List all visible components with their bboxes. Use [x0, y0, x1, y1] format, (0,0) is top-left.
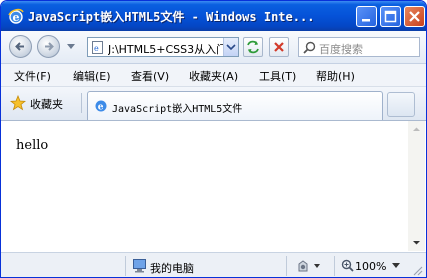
menu-bar: 文件(F) 编辑(E) 查看(V) 收藏夹(A) 工具(T) 帮助(H) — [1, 64, 426, 87]
status-bar: 我的电脑 100% — [1, 252, 426, 277]
menu-tools[interactable]: 工具(T) — [259, 68, 296, 84]
address-bar[interactable]: e J:\HTML5+CSS3从入门 — [87, 37, 239, 57]
close-icon — [409, 11, 420, 22]
computer-icon — [133, 259, 146, 273]
menu-favorites[interactable]: 收藏夹(A) — [189, 68, 238, 84]
refresh-button[interactable] — [243, 37, 263, 57]
back-button[interactable] — [9, 35, 32, 58]
history-dropdown-icon[interactable] — [67, 44, 75, 50]
page-icon: e — [95, 100, 107, 113]
svg-text:e: e — [13, 11, 20, 24]
tab-title: JavaScript嵌入HTML5文件 — [112, 104, 243, 115]
vertical-scrollbar[interactable] — [408, 121, 425, 251]
svg-text:e: e — [98, 103, 104, 113]
resize-grip-icon[interactable] — [412, 265, 424, 277]
chevron-down-icon[interactable] — [392, 263, 400, 269]
forward-button[interactable] — [37, 35, 60, 58]
maximize-button[interactable] — [380, 6, 401, 27]
divider — [81, 93, 82, 113]
address-input[interactable]: J:\HTML5+CSS3从入门 — [108, 41, 224, 57]
ie-logo-icon: e — [8, 8, 24, 24]
back-icon — [15, 42, 24, 51]
favorites-button[interactable]: 收藏夹 — [30, 96, 63, 112]
stop-icon — [274, 42, 284, 52]
page-icon: e — [92, 41, 103, 54]
zoom-icon[interactable] — [341, 259, 354, 272]
refresh-icon — [247, 40, 259, 54]
star-icon[interactable] — [10, 95, 26, 111]
scroll-up-icon[interactable] — [408, 122, 425, 137]
favorites-bar: 收藏夹 e JavaScript嵌入HTML5文件 — [1, 87, 426, 121]
divider — [125, 256, 126, 276]
address-dropdown[interactable] — [223, 38, 238, 56]
close-button[interactable] — [404, 6, 425, 27]
menu-view[interactable]: 查看(V) — [131, 68, 169, 84]
search-icon — [303, 41, 316, 54]
zoom-level[interactable]: 100% — [355, 260, 386, 273]
security-zone-label: 我的电脑 — [150, 262, 194, 275]
new-tab-button[interactable] — [387, 92, 415, 117]
svg-text:e: e — [94, 44, 99, 53]
scroll-down-icon[interactable] — [408, 235, 425, 250]
tab-active[interactable]: e JavaScript嵌入HTML5文件 — [87, 91, 383, 120]
menu-help[interactable]: 帮助(H) — [316, 68, 355, 84]
divider — [334, 256, 335, 276]
page-text: hello — [16, 138, 49, 153]
browser-window: e JavaScript嵌入HTML5文件 - Windows Inte... — [0, 0, 427, 278]
security-icon[interactable] — [295, 258, 325, 274]
forward-icon — [45, 42, 54, 51]
divider — [286, 256, 287, 276]
stop-button[interactable] — [269, 37, 289, 57]
page-content: hello — [2, 121, 408, 251]
menu-file[interactable]: 文件(F) — [14, 68, 51, 84]
minimize-button[interactable] — [356, 6, 377, 27]
navigation-bar: e J:\HTML5+CSS3从入门 百度搜索 — [1, 31, 426, 64]
window-title: JavaScript嵌入HTML5文件 - Windows Inte... — [28, 10, 315, 24]
title-bar[interactable]: e JavaScript嵌入HTML5文件 - Windows Inte... — [1, 1, 426, 31]
minimize-icon — [362, 19, 370, 22]
search-input[interactable]: 百度搜索 — [319, 41, 363, 57]
menu-edit[interactable]: 编辑(E) — [73, 68, 111, 84]
maximize-icon — [384, 10, 397, 23]
search-box[interactable]: 百度搜索 — [298, 37, 420, 57]
chevron-down-icon — [226, 44, 236, 51]
